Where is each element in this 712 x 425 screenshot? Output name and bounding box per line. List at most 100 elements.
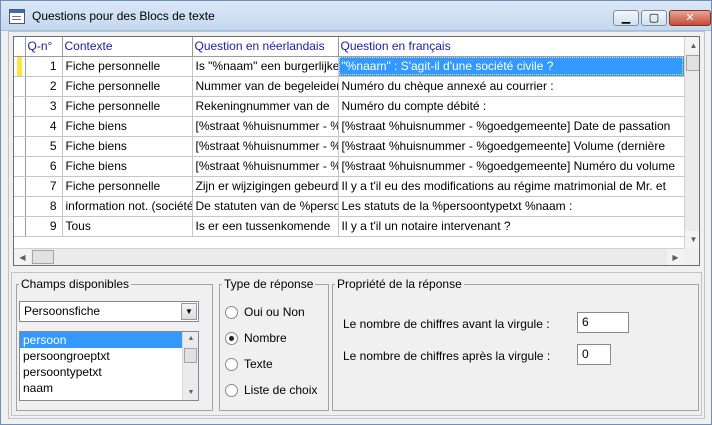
cell-question-nl[interactable]: [%straat %huisnummer - % [192, 136, 339, 157]
radio-button-icon[interactable] [225, 383, 238, 397]
radio-label: Oui ou Non [244, 305, 305, 319]
maximize-button[interactable]: ▢ [641, 10, 667, 26]
cell-question-fr[interactable]: Les statuts de la %persoontypetxt %naam … [338, 196, 685, 217]
cell-contexte[interactable]: Fiche biens [62, 116, 193, 137]
list-scroll-down-icon[interactable]: ▼ [183, 386, 198, 400]
grid-scroll-corner [684, 248, 699, 265]
cell-contexte[interactable]: Fiche personnelle [62, 56, 193, 77]
cell-contexte[interactable]: Tous [62, 216, 193, 237]
cell-qnum[interactable]: 6 [25, 156, 63, 177]
list-item[interactable]: naam [20, 380, 198, 396]
list-item[interactable]: persoongroeptxt [20, 348, 198, 364]
cell-question-nl[interactable]: Is er een tussenkomende [192, 216, 339, 237]
radio-button-icon[interactable] [225, 357, 238, 371]
radio-button-icon[interactable] [225, 305, 238, 319]
table-row[interactable]: 6 Fiche biens [%straat %huisnummer - % [%st… [14, 156, 685, 177]
type-reponse-legend: Type de réponse [224, 277, 314, 291]
radio-option[interactable]: Nombre [225, 329, 287, 347]
cell-question-nl[interactable]: Zijn er wijzigingen gebeurd [192, 176, 339, 197]
grid-horizontal-scrollbar[interactable]: ◀ ▶ [14, 248, 684, 265]
table-row[interactable]: 7 Fiche personnelle Zijn er wijzigingen ge… [14, 176, 685, 197]
table-row[interactable]: 3 Fiche personnelle Rekeningnummer van de N… [14, 96, 685, 117]
cell-question-fr[interactable]: [%straat %huisnummer - %goedgemeente] Nu… [338, 156, 685, 177]
cell-contexte[interactable]: Fiche biens [62, 156, 193, 177]
col-header-contexte[interactable]: Contexte [62, 37, 193, 57]
client-area: Q-n° Contexte Question en néerlandais Qu… [8, 31, 705, 419]
row-indicator [14, 56, 26, 77]
row-indicator [14, 176, 26, 197]
cell-question-nl[interactable]: Nummer van de begeleidende [192, 76, 339, 97]
radio-option[interactable]: Texte [225, 355, 273, 373]
cell-qnum[interactable]: 5 [25, 136, 63, 157]
cell-contexte[interactable]: Fiche biens [62, 136, 193, 157]
cell-qnum[interactable]: 4 [25, 116, 63, 137]
cell-question-fr[interactable]: Numéro du compte débité : [338, 96, 685, 117]
chiffres-apres-input[interactable]: 0 [577, 344, 611, 365]
cell-qnum[interactable]: 3 [25, 96, 63, 117]
row-indicator [14, 216, 26, 237]
scroll-down-arrow-icon[interactable]: ▼ [685, 231, 699, 248]
cell-question-nl[interactable]: Is "%naam" een burgerlijke [192, 56, 339, 77]
cell-question-fr[interactable]: Il y a t'il un notaire intervenant ? [338, 216, 685, 237]
table-row[interactable]: 8 information not. (société) De statuten v… [14, 196, 685, 217]
cell-question-fr[interactable]: "%naam" : S'agit-il d'une société civile… [338, 56, 685, 77]
cell-qnum[interactable]: 8 [25, 196, 63, 217]
chiffres-apres-value: 0 [582, 347, 589, 361]
window-title: Questions pour des Blocs de texte [32, 9, 215, 23]
champs-listbox-scroll-thumb[interactable] [184, 348, 197, 363]
grid-vertical-scrollbar[interactable]: ▲ ▼ [684, 37, 699, 248]
cell-qnum[interactable]: 1 [25, 56, 63, 77]
col-header-qnum[interactable]: Q-n° [25, 37, 63, 57]
col-header-question-fr[interactable]: Question en français [338, 37, 685, 57]
table-row[interactable]: 4 Fiche biens [%straat %huisnummer - % [%st… [14, 116, 685, 137]
close-button[interactable]: ✕ [669, 10, 711, 26]
chiffres-avant-label: Le nombre de chiffres avant la virgule : [343, 317, 550, 331]
chiffres-apres-label: Le nombre de chiffres après la virgule : [343, 349, 551, 363]
cell-question-fr[interactable]: Numéro du chèque annexé au courrier : [338, 76, 685, 97]
table-row[interactable]: 1 Fiche personnelle Is "%naam" een burgerl… [14, 56, 685, 77]
radio-button-icon[interactable] [225, 331, 238, 345]
cell-qnum[interactable]: 2 [25, 76, 63, 97]
radio-option[interactable]: Oui ou Non [225, 303, 305, 321]
grid-vertical-scroll-thumb[interactable] [686, 55, 699, 71]
cell-contexte[interactable]: Fiche personnelle [62, 96, 193, 117]
table-row[interactable]: 9 Tous Is er een tussenkomende Il y a t'il … [14, 216, 685, 237]
main-window: Questions pour des Blocs de texte ▁ ▢ ✕ … [0, 0, 712, 425]
cell-question-fr[interactable]: [%straat %huisnummer - %goedgemeente] Vo… [338, 136, 685, 157]
cell-contexte[interactable]: information not. (société) [62, 196, 193, 217]
cell-contexte[interactable]: Fiche personnelle [62, 76, 193, 97]
propriete-reponse-legend: Propriété de la réponse [337, 277, 462, 291]
table-row[interactable]: 5 Fiche biens [%straat %huisnummer - % [%st… [14, 136, 685, 157]
minimize-button[interactable]: ▁ [613, 10, 639, 26]
bottom-panel: Champs disponibles Persoonsfiche ▼ perso… [11, 272, 702, 416]
cell-question-fr[interactable]: [%straat %huisnummer - %goedgemeente] Da… [338, 116, 685, 137]
chevron-down-icon[interactable]: ▼ [181, 303, 197, 320]
questions-grid[interactable]: Q-n° Contexte Question en néerlandais Qu… [13, 36, 700, 266]
title-bar[interactable]: Questions pour des Blocs de texte ▁ ▢ ✕ [1, 1, 711, 31]
list-scroll-up-icon[interactable]: ▲ [183, 332, 198, 346]
list-item[interactable]: persoon [20, 332, 182, 348]
cell-qnum[interactable]: 7 [25, 176, 63, 197]
champs-listbox[interactable]: persoon persoongroeptxt persoontypetxt naam… [19, 331, 199, 401]
col-header-question-nl[interactable]: Question en néerlandais [192, 37, 339, 57]
champs-combobox[interactable]: Persoonsfiche ▼ [19, 301, 199, 322]
scroll-left-arrow-icon[interactable]: ◀ [14, 249, 31, 265]
table-row[interactable]: 2 Fiche personnelle Nummer van de begeleid… [14, 76, 685, 97]
questions-table: Q-n° Contexte Question en néerlandais Qu… [14, 37, 685, 237]
cell-qnum[interactable]: 9 [25, 216, 63, 237]
chiffres-avant-input[interactable]: 6 [577, 312, 629, 333]
champs-listbox-scrollbar[interactable]: ▲ ▼ [182, 332, 198, 400]
cell-question-fr[interactable]: Il y a t'il eu des modifications au régi… [338, 176, 685, 197]
grid-body: 1 Fiche personnelle Is "%naam" een burgerl… [14, 56, 685, 237]
cell-question-nl[interactable]: [%straat %huisnummer - % [192, 156, 339, 177]
radio-option[interactable]: Liste de choix [225, 381, 317, 399]
list-item[interactable]: persoontypetxt [20, 364, 198, 380]
cell-question-nl[interactable]: De statuten van de %persoon [192, 196, 339, 217]
scroll-up-arrow-icon[interactable]: ▲ [685, 37, 699, 54]
cell-contexte[interactable]: Fiche personnelle [62, 176, 193, 197]
grid-horizontal-scroll-thumb[interactable] [32, 250, 54, 264]
cell-question-nl[interactable]: Rekeningnummer van de [192, 96, 339, 117]
cell-question-nl[interactable]: [%straat %huisnummer - % [192, 116, 339, 137]
radio-label: Texte [244, 357, 273, 371]
scroll-right-arrow-icon[interactable]: ▶ [667, 249, 684, 265]
